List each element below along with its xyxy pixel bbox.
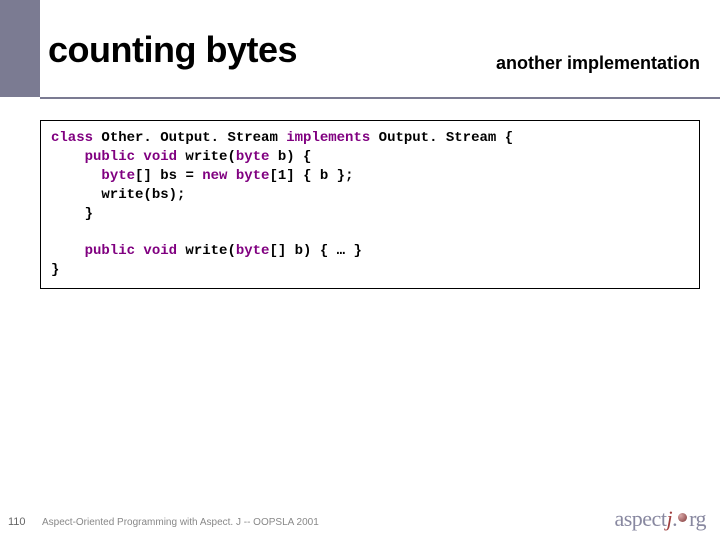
code-block: class Other. Output. Stream implements O… <box>40 120 700 289</box>
code-text: [] bs = <box>135 168 202 184</box>
code-text: Other. Output. Stream <box>93 130 286 146</box>
code-text: write( <box>177 149 236 165</box>
footer-caption: Aspect-Oriented Programming with Aspect.… <box>42 517 319 528</box>
code-text: } <box>51 206 93 222</box>
slide-title: counting bytes <box>48 29 297 71</box>
logo-text: aspect <box>614 506 666 531</box>
code-text: write(bs); <box>51 187 185 203</box>
keyword: class <box>51 130 93 146</box>
logo-dot: . <box>672 506 677 531</box>
logo-text: rg <box>689 506 706 531</box>
keyword: new byte <box>202 168 269 184</box>
code-text: } <box>51 262 59 278</box>
title-area: counting bytes another implementation <box>48 6 700 94</box>
code-text <box>51 168 101 184</box>
code-text: write( <box>177 243 236 259</box>
header-accent-bar <box>0 0 40 97</box>
keyword: public void <box>51 243 177 259</box>
keyword: byte <box>101 168 135 184</box>
logo-ball-icon <box>678 513 687 522</box>
code-text: [] b) { … } <box>269 243 361 259</box>
page-number: 110 <box>8 516 26 528</box>
keyword: byte <box>236 243 270 259</box>
keyword: byte <box>236 149 270 165</box>
header-divider <box>40 97 720 99</box>
code-text: Output. Stream { <box>370 130 513 146</box>
keyword: public void <box>51 149 177 165</box>
keyword: implements <box>286 130 370 146</box>
slide-subtitle: another implementation <box>496 27 700 74</box>
code-text: b) { <box>269 149 311 165</box>
aspectj-logo: aspectj.rg <box>614 506 706 532</box>
code-text: [1] { b }; <box>269 168 353 184</box>
